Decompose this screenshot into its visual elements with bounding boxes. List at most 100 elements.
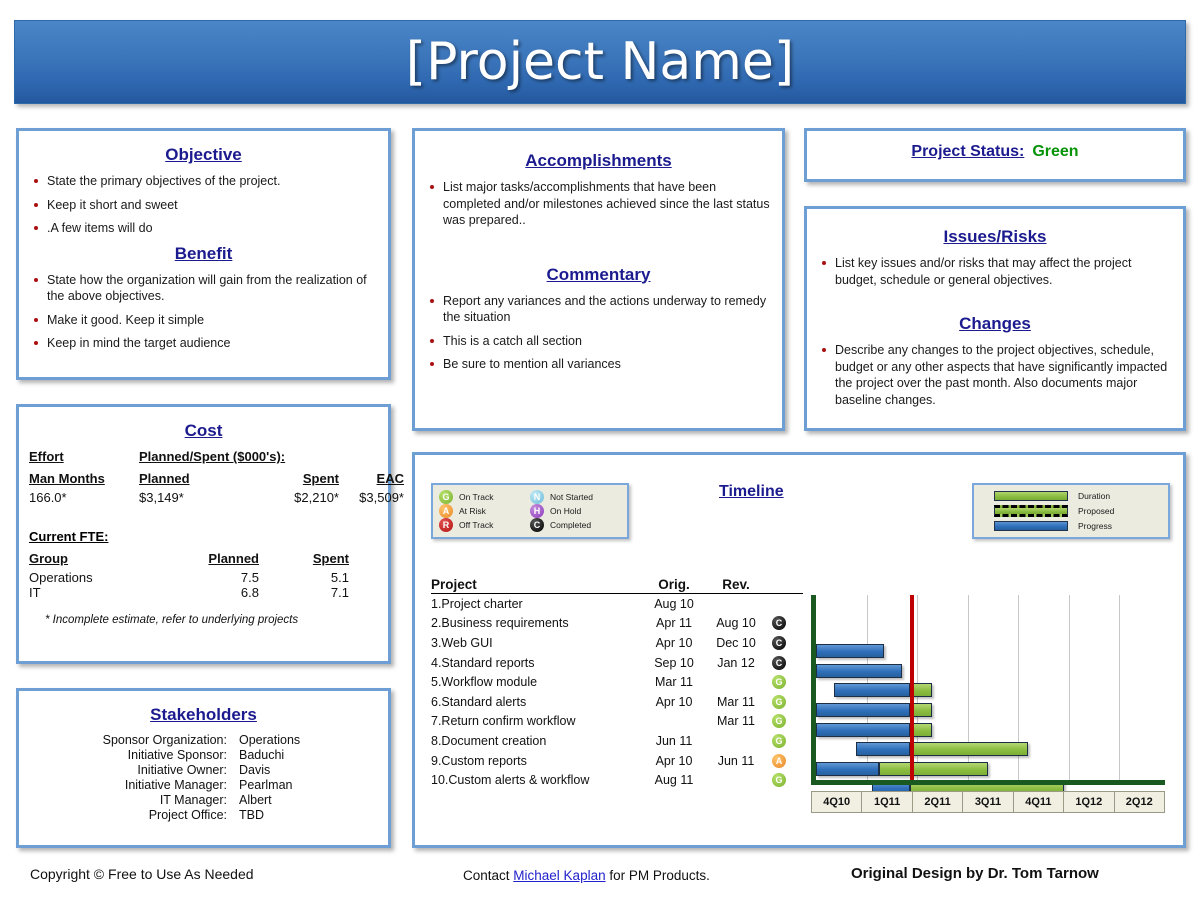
status-badge-c-icon: C bbox=[772, 655, 786, 670]
objective-list: State the primary objectives of the proj… bbox=[29, 173, 378, 237]
status-badge-n-icon: N bbox=[530, 490, 544, 504]
fte-heading: Current FTE: bbox=[29, 529, 109, 544]
project-name: 4.Standard reports bbox=[431, 655, 535, 670]
gantt-plot bbox=[811, 595, 1165, 796]
status-badge-c-icon: C bbox=[772, 635, 786, 650]
gantt-axis: 4Q10 1Q11 2Q11 3Q11 4Q11 1Q12 2Q12 bbox=[811, 791, 1165, 813]
progress-swatch-icon bbox=[994, 521, 1068, 531]
orig-date: Apr 11 bbox=[656, 616, 692, 631]
project-name: 10.Custom alerts & workflow bbox=[431, 773, 590, 788]
table-row: 3.Web GUI Apr 10 Dec 10 C bbox=[431, 633, 803, 653]
fte-spent: 5.1 bbox=[330, 570, 349, 585]
status-badge-g-icon: G bbox=[772, 733, 786, 748]
project-name: 3.Web GUI bbox=[431, 635, 493, 650]
gantt-bar-progress bbox=[816, 722, 910, 737]
legend-item: Proposed bbox=[980, 505, 1162, 517]
list-item: Be sure to mention all variances bbox=[425, 356, 772, 373]
col-rev: Rev. bbox=[722, 577, 750, 592]
orig-date: Sep 10 bbox=[654, 655, 694, 670]
orig-date: Jun 11 bbox=[655, 733, 693, 748]
project-name: 5.Workflow module bbox=[431, 675, 538, 690]
benefit-list: State how the organization will gain fro… bbox=[29, 272, 378, 352]
list-item: Keep in mind the target audience bbox=[29, 335, 378, 352]
fte-planned: 7.5 bbox=[240, 570, 259, 585]
col-spent: Spent bbox=[302, 471, 339, 486]
legend-label: Not Started bbox=[550, 492, 593, 502]
contact-prefix: Contact bbox=[463, 868, 514, 883]
gantt-bar-progress bbox=[816, 644, 885, 659]
gantt-bar-progress bbox=[816, 703, 910, 717]
status-badge-h-icon: H bbox=[530, 504, 544, 518]
cost-heading: Cost bbox=[184, 421, 223, 440]
accomplishments-heading: Accomplishments bbox=[525, 151, 672, 170]
timeline-panel: Timeline G On Track A At Risk R Off Trac… bbox=[412, 452, 1186, 848]
stakeholder-value: Albert bbox=[239, 793, 272, 807]
legend-item: G On Track bbox=[439, 490, 530, 504]
gridline bbox=[1068, 595, 1070, 780]
list-item: Report any variances and the actions und… bbox=[425, 293, 772, 326]
col-fte-planned: Planned bbox=[208, 551, 259, 566]
status-legend: G On Track A At Risk R Off Track N Not S… bbox=[431, 483, 629, 539]
table-row: 1.Project charter Aug 10 bbox=[431, 594, 803, 614]
table-row: 4.Standard reports Sep 10 Jan 12 C bbox=[431, 653, 803, 673]
gantt-bar-progress bbox=[856, 742, 910, 757]
val-eac: $3,509* bbox=[359, 490, 404, 505]
legend-item: R Off Track bbox=[439, 518, 530, 532]
col-fte-spent: Spent bbox=[312, 551, 349, 566]
axis-tick-label: 1Q12 bbox=[1064, 792, 1115, 812]
duration-swatch-icon bbox=[994, 491, 1068, 501]
legend-label: Off Track bbox=[459, 520, 494, 530]
project-name: 6.Standard alerts bbox=[431, 694, 527, 709]
legend-item: A At Risk bbox=[439, 504, 530, 518]
stakeholder-label: Project Office: bbox=[148, 808, 227, 822]
status-badge-a-icon: A bbox=[439, 504, 453, 518]
orig-date: Apr 10 bbox=[655, 694, 693, 709]
status-label: Project Status: bbox=[911, 143, 1025, 160]
legend-item: N Not Started bbox=[530, 490, 621, 504]
planned-spent-label: Planned/Spent ($000's): bbox=[139, 449, 286, 464]
gantt-bar-progress bbox=[833, 683, 910, 698]
legend-label: At Risk bbox=[459, 506, 486, 516]
accomplishments-list: List major tasks/accomplishments that ha… bbox=[425, 179, 772, 229]
col-man-months: Man Months bbox=[29, 471, 105, 486]
status-badge-c-icon: C bbox=[772, 616, 786, 631]
status-badge-a-icon: A bbox=[772, 753, 786, 768]
axis-tick-label: 2Q11 bbox=[913, 792, 964, 812]
contact-link[interactable]: Michael Kaplan bbox=[513, 868, 605, 883]
list-item: List key issues and/or risks that may af… bbox=[817, 255, 1173, 288]
list-item: Make it good. Keep it simple bbox=[29, 312, 378, 329]
stakeholder-value: Operations bbox=[239, 733, 301, 747]
project-name: 1.Project charter bbox=[431, 596, 523, 611]
issues-list: List key issues and/or risks that may af… bbox=[817, 255, 1173, 288]
rev-date: Mar 11 bbox=[717, 714, 755, 729]
rev-date: Aug 10 bbox=[716, 616, 756, 631]
orig-date: Aug 11 bbox=[654, 773, 694, 788]
project-name: 9.Custom reports bbox=[431, 753, 527, 768]
list-item: Describe any changes to the project obje… bbox=[817, 342, 1173, 408]
list-item: List major tasks/accomplishments that ha… bbox=[425, 179, 772, 229]
stakeholder-value: Davis bbox=[239, 763, 271, 777]
list-item: Keep it short and sweet bbox=[29, 197, 378, 214]
stakeholders-panel: Stakeholders Sponsor Organization: Opera… bbox=[16, 688, 391, 848]
fte-group: IT bbox=[29, 585, 41, 600]
changes-heading: Changes bbox=[959, 314, 1031, 333]
stakeholder-label: Sponsor Organization: bbox=[102, 733, 227, 747]
table-header: Project Orig. Rev. bbox=[431, 577, 803, 594]
list-item: State the primary objectives of the proj… bbox=[29, 173, 378, 190]
axis-tick-label: 4Q11 bbox=[1014, 792, 1065, 812]
status-badge-g-icon: G bbox=[772, 714, 786, 729]
table-row: Operations 7.5 5.1 bbox=[29, 570, 378, 585]
col-planned: Planned bbox=[139, 471, 190, 486]
legend-item: Duration bbox=[980, 491, 1162, 501]
table-row: 8.Document creation Jun 11 G bbox=[431, 731, 803, 751]
project-table: Project Orig. Rev. 1.Project charter Aug … bbox=[431, 577, 803, 790]
contact-suffix: for PM Products. bbox=[605, 868, 710, 883]
changes-list: Describe any changes to the project obje… bbox=[817, 342, 1173, 408]
project-name: 8.Document creation bbox=[431, 733, 547, 748]
rev-date: Dec 10 bbox=[716, 635, 756, 650]
stakeholder-label: IT Manager: bbox=[159, 793, 227, 807]
status-badge-g-icon: G bbox=[439, 490, 453, 504]
accomplishments-panel: Accomplishments List major tasks/accompl… bbox=[412, 128, 785, 431]
gantt-bar-progress bbox=[816, 761, 880, 776]
list-item: State how the organization will gain fro… bbox=[29, 272, 378, 305]
